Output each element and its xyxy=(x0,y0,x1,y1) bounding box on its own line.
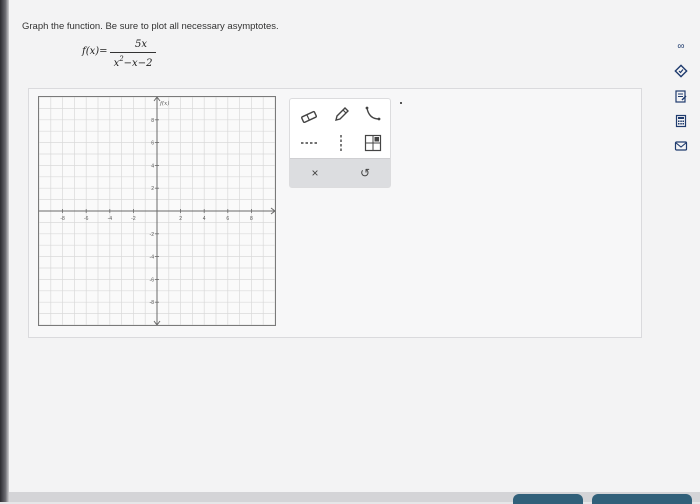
quadrant-icon[interactable] xyxy=(360,131,386,155)
cursor-dot xyxy=(400,102,402,104)
question-prompt: Graph the function. Be sure to plot all … xyxy=(22,21,279,32)
y-axis-label: f(x) xyxy=(159,100,169,107)
toolbar-footer: × ↺ xyxy=(290,158,390,187)
x-tick-label: 2 xyxy=(179,216,182,222)
y-tick-label: -8 xyxy=(150,300,155,306)
formula-numerator: 5x xyxy=(134,39,147,50)
y-tick-label: 4 xyxy=(151,163,154,169)
formula-denominator: x2−x−2 xyxy=(113,55,153,69)
x-tick-label: -4 xyxy=(108,216,113,222)
submit-button-edge[interactable] xyxy=(592,494,692,504)
graph-canvas[interactable]: -8 -6 -4 -2 2 4 6 8 8 6 4 2 -2 -4 -6 -8 f(x) xyxy=(38,96,276,326)
pencil-icon[interactable] xyxy=(328,103,354,127)
graph-toolbar: × ↺ xyxy=(289,98,391,188)
mail-icon[interactable] xyxy=(672,138,690,154)
y-tick-label: -4 xyxy=(150,255,155,261)
x-tick-label: -8 xyxy=(60,216,65,222)
x-tick-label: -6 xyxy=(84,216,89,222)
x-tick-label: 4 xyxy=(203,216,206,222)
x-tick-label: 8 xyxy=(250,216,253,222)
save-button-edge[interactable] xyxy=(513,494,583,504)
y-tick-label: -2 xyxy=(150,232,155,238)
fraction-bar xyxy=(110,52,156,53)
vertical-asymptote-icon[interactable] xyxy=(328,131,354,155)
coordinate-plane[interactable]: -8 -6 -4 -2 2 4 6 8 8 6 4 2 -2 -4 -6 -8 f(x) xyxy=(39,97,275,325)
left-edge-shadow xyxy=(0,0,9,502)
x-tick-label: 6 xyxy=(226,216,229,222)
check-answer-icon[interactable] xyxy=(672,63,690,79)
undo-button[interactable]: ↺ xyxy=(342,161,388,185)
curve-icon[interactable] xyxy=(360,103,386,127)
eraser-icon[interactable] xyxy=(296,105,322,129)
y-tick-label: 2 xyxy=(151,186,154,192)
dashed-line-icon[interactable] xyxy=(296,131,322,155)
clear-button[interactable]: × xyxy=(292,161,338,185)
y-tick-label: -6 xyxy=(150,277,155,283)
x-tick-label: -2 xyxy=(131,216,136,222)
y-tick-label: 8 xyxy=(151,118,154,124)
infinity-icon[interactable]: ∞ xyxy=(672,38,690,54)
calculator-icon[interactable] xyxy=(672,113,690,129)
formula-lhs: f(x)= xyxy=(82,46,108,57)
notepad-icon[interactable] xyxy=(672,88,690,104)
y-tick-label: 6 xyxy=(151,141,154,147)
